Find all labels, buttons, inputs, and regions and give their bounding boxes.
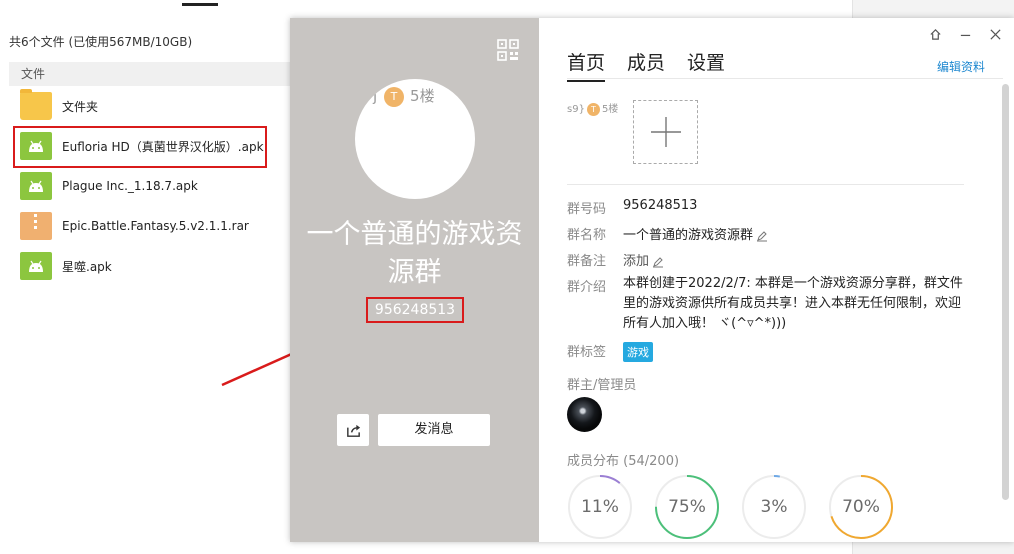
- file-name: Plague Inc._1.18.7.apk: [62, 179, 198, 193]
- plus-icon: [650, 117, 681, 147]
- add-photo-button[interactable]: [633, 100, 698, 164]
- share-icon: [346, 424, 360, 437]
- group-name-value: 一个普通的游戏资源群: [623, 228, 754, 243]
- member-distribution-title: 成员分布: [567, 454, 620, 469]
- stat-value: 3%: [760, 497, 788, 517]
- file-name: 星噬.apk: [62, 259, 112, 274]
- send-message-button[interactable]: 发消息: [378, 414, 490, 446]
- group-name-label: 群名称: [567, 228, 607, 243]
- close-icon[interactable]: [987, 28, 1003, 45]
- top-tab-strip: [0, 0, 560, 6]
- group-id-highlighted: 956248513: [366, 297, 464, 323]
- group-remark-label: 群备注: [567, 254, 607, 269]
- edit-profile-link[interactable]: 编辑资料: [937, 58, 985, 75]
- photo-thumb-text: 5楼: [601, 104, 619, 115]
- tab-home[interactable]: 首页: [567, 48, 606, 82]
- group-name-row[interactable]: 一个普通的游戏资源群: [623, 224, 768, 243]
- file-item-epic-battle[interactable]: Epic.Battle.Fantasy.5.v2.1.1.rar: [20, 210, 249, 242]
- stat-value: 11%: [581, 497, 619, 517]
- highlight-box-file: [13, 126, 267, 168]
- tab-members[interactable]: 成员: [627, 48, 665, 75]
- file-name: 文件夹: [62, 99, 99, 114]
- android-icon: [20, 252, 52, 280]
- edit-pencil-icon[interactable]: [756, 230, 768, 242]
- group-photo-thumbnail[interactable]: s9} T 5楼: [567, 100, 625, 140]
- share-button[interactable]: [337, 414, 369, 446]
- file-summary: 共6个文件 (已使用567MB/10GB): [9, 35, 193, 49]
- member-count: (54/200): [623, 454, 680, 469]
- group-remark-row[interactable]: 添加: [623, 250, 664, 269]
- group-avatar[interactable]: ʃ T 5楼: [355, 79, 475, 199]
- group-remark-value: 添加: [623, 254, 650, 269]
- admin-avatar[interactable]: [567, 397, 602, 432]
- active-tab-indicator: [182, 3, 218, 6]
- archive-icon: [20, 212, 52, 240]
- group-name-title: 一个普通的游戏资源群: [306, 219, 523, 288]
- edit-pencil-icon[interactable]: [652, 256, 664, 268]
- file-name: Epic.Battle.Fantasy.5.v2.1.1.rar: [62, 219, 249, 233]
- stat-ring[interactable]: 11%: [567, 474, 633, 540]
- group-card-panel: ʃ T 5楼 一个普通的游戏资源群 956248513 发消息: [290, 18, 539, 542]
- stat-ring[interactable]: 75%: [654, 474, 720, 540]
- group-tag-badge[interactable]: 游戏: [623, 342, 653, 362]
- admin-label: 群主/管理员: [567, 378, 637, 393]
- android-icon: [20, 172, 52, 200]
- qr-code-icon[interactable]: [497, 39, 519, 61]
- file-item-plague[interactable]: Plague Inc._1.18.7.apk: [20, 170, 198, 202]
- minimize-icon[interactable]: [957, 28, 973, 45]
- stat-value: 75%: [668, 497, 706, 517]
- group-detail-panel: 首页 成员 设置 编辑资料 s9} T 5楼 群号码 956248513 群名称 一…: [539, 18, 1014, 542]
- group-intro-value: 本群创建于2022/2/7: 本群是一个游戏资源分享群，群文件里的游戏资源供所有…: [623, 276, 963, 331]
- avatar-image: ʃ T 5楼: [373, 86, 435, 107]
- group-tag-label: 群标签: [567, 345, 607, 360]
- folder-icon: [20, 89, 52, 120]
- stat-value: 70%: [842, 497, 880, 517]
- stat-ring[interactable]: 70%: [828, 474, 894, 540]
- group-intro-label: 群介绍: [567, 280, 607, 295]
- avatar-badge: T: [384, 86, 405, 107]
- avatar-text: 5楼: [410, 87, 435, 105]
- file-column-header[interactable]: 文件: [9, 62, 290, 86]
- group-info-dialog: ʃ T 5楼 一个普通的游戏资源群 956248513 发消息 首页 成员 设置 编…: [290, 18, 1014, 542]
- file-item-folder[interactable]: 文件夹: [20, 89, 99, 122]
- file-item-xingshi[interactable]: 星噬.apk: [20, 250, 112, 282]
- tab-settings[interactable]: 设置: [687, 48, 725, 75]
- tabs-divider: [567, 78, 1003, 79]
- info-divider: [567, 184, 964, 185]
- scrollbar-thumb[interactable]: [1002, 84, 1009, 500]
- group-id-label: 群号码: [567, 202, 607, 217]
- pin-icon[interactable]: [927, 28, 943, 45]
- member-distribution-label: 成员分布 (54/200): [567, 450, 679, 469]
- group-id-value[interactable]: 956248513: [623, 198, 697, 213]
- stat-ring[interactable]: 3%: [741, 474, 807, 540]
